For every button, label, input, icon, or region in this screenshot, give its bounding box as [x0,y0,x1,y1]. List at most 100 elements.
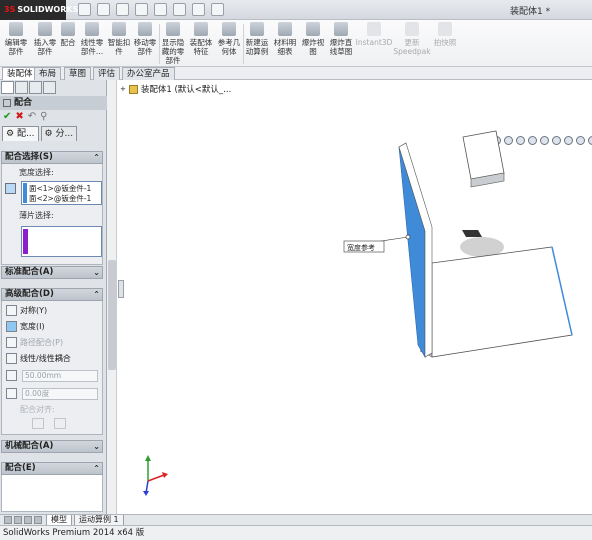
undo-icon[interactable]: ↶ [28,111,36,122]
scrollbar-thumb[interactable] [108,260,116,370]
anti-aligned-icon[interactable] [54,418,66,429]
property-manager-title: 配合 [0,96,107,110]
assembly-features-button[interactable]: 装配体 特征 [188,22,214,66]
mates-list-header[interactable]: 配合(E) ⌃ [1,462,103,475]
bill-of-materials-button[interactable]: 材料明 细表 [272,22,298,66]
last-tab-icon[interactable] [34,516,42,524]
new-motion-study-button[interactable]: 新建运 动算例 [244,22,270,66]
feature-tree-root[interactable]: + 装配体1 (默认<默认_... [120,83,231,95]
tab-evaluate[interactable]: 评估 [93,67,121,80]
configuration-manager-tab-icon[interactable] [29,81,42,94]
explode-line-icon [334,22,348,36]
tab-mates[interactable]: ⚙ 配... [2,126,39,141]
explode-line-sketch-button[interactable]: 爆炸直 线草图 [327,22,355,66]
selection-color-bar [23,229,28,254]
feature-manager-tab-icon[interactable] [1,81,14,94]
save-icon[interactable] [116,3,129,16]
distance-row: 50.00mm [6,369,102,382]
distance-input[interactable]: 50.00mm [22,369,98,382]
aligned-icon[interactable] [32,418,44,429]
path-mate-option[interactable]: 路径配合(P) [6,335,101,349]
show-hidden-components-button[interactable]: 显示隐 藏的零 部件 [160,22,186,66]
expand-chevron-icon: ⌄ [93,268,100,277]
open-icon[interactable] [97,3,110,16]
pushpin-icon[interactable]: ⚲ [40,111,47,122]
tab-layout[interactable]: 布局 [34,67,62,80]
edit-component-icon [9,22,23,36]
mate-alignment-label: 配合对齐: [20,405,55,414]
pm-subtabs: ⚙ 配... ⚙ 分... [2,126,78,142]
collapse-chevron-icon: ⌃ [93,290,100,299]
insert-component-button[interactable]: 插入零 部件 [31,22,59,66]
manager-tabs [1,81,106,95]
undo-icon[interactable] [154,3,167,16]
quick-access-toolbar [78,3,224,17]
ok-check-icon[interactable]: ✔ [3,111,11,122]
exploded-view-icon [306,22,320,36]
angle-input[interactable]: 0.00度 [22,387,98,400]
select-icon[interactable] [173,3,186,16]
first-tab-icon[interactable] [4,516,12,524]
exploded-view-button[interactable]: 爆炸视图 [300,22,326,66]
edit-component-button[interactable]: 编辑零 部件 [2,22,30,66]
smart-fasteners-icon [112,22,126,36]
width-selection-icon [5,183,16,194]
standard-mates-header[interactable]: 标准配合(A) ⌄ [1,266,103,279]
status-bar: SolidWorks Premium 2014 x64 版 [0,525,592,540]
width-reference-callout: 宽度参考 [347,243,375,252]
expand-tree-icon[interactable]: + [120,85,126,93]
angle-row: 0.00度 [6,387,102,400]
callout-anchor [405,234,411,240]
title-bar: 3S SOLIDWORKS 装配体1 * [0,0,592,20]
mate-button[interactable]: 配合 [59,22,77,66]
display-manager-tab-icon[interactable] [43,81,56,94]
command-tabs: 装配体 布局 草图 评估 办公室产品 [0,67,592,145]
width-selection-item[interactable]: 面<2>@钣金件-1 [29,194,91,203]
expand-chevron-icon: ⌄ [93,442,100,451]
width-mate-option[interactable]: 宽度(I) [6,319,101,333]
linear-pattern-button[interactable]: 线性零 部件... [78,22,106,66]
graphics-viewport[interactable]: 宽度参考 [120,95,592,513]
options-icon[interactable] [211,3,224,16]
update-speedpak-button[interactable]: 更新 Speedpak [393,22,431,66]
mechanical-mates-header[interactable]: 机械配合(A) ⌄ [1,440,103,453]
property-manager-tab-icon[interactable] [15,81,28,94]
new-icon[interactable] [78,3,91,16]
tab-office-products[interactable]: 办公室产品 [122,67,175,80]
symmetric-mate-option[interactable]: 对称(Y) [6,303,101,317]
solidworks-logo[interactable]: 3S SOLIDWORKS [0,0,78,20]
instant3d-button[interactable]: Instant3D [356,22,392,66]
reference-geometry-button[interactable]: 参考几 何体 [216,22,242,66]
selection-color-bar [23,183,27,203]
move-component-button[interactable]: 移动零 部件 [132,22,158,66]
print-icon[interactable] [135,3,148,16]
width-selection-item[interactable]: 面<1>@钣金件-1 [29,184,91,193]
tab-selection-label: 薄片选择: [19,211,54,220]
take-snapshot-button[interactable]: 拍快照 [432,22,458,66]
linear-coupler-option[interactable]: 线性/线性耦合 [6,351,101,365]
width-mate-icon [6,320,17,332]
tab-assembly[interactable]: 装配体 [2,67,38,80]
panel-scrollbar[interactable] [107,80,117,514]
tab-analysis[interactable]: ⚙ 分... [40,126,78,141]
bom-icon [278,22,292,36]
advanced-mates-header[interactable]: 高级配合(D) ⌃ [1,288,103,301]
tab-sketch[interactable]: 草图 [64,67,92,80]
mate-selections-header[interactable]: 配合选择(S) ⌃ [1,151,103,164]
next-tab-icon[interactable] [24,516,32,524]
prev-tab-icon[interactable] [14,516,22,524]
smart-fasteners-button[interactable]: 智能扣件 [106,22,132,66]
advanced-mates-body: 对称(Y) 宽度(I) 路径配合(P) 线性/线性耦合 50.00mm 0.00… [1,301,103,435]
bracket-base-face[interactable] [431,246,573,358]
mates-list-box[interactable] [1,475,103,512]
rebuild-icon[interactable] [192,3,205,16]
width-selection-box[interactable]: 面<1>@钣金件-1 面<2>@钣金件-1 [21,181,102,205]
cancel-x-icon[interactable]: ✖ [15,111,23,122]
angle-icon [6,388,17,399]
assembly-features-icon [194,22,208,36]
insert-component-icon [38,22,52,36]
tab-selection-box[interactable] [21,226,102,257]
show-hidden-icon [166,22,180,36]
symmetric-icon [6,304,17,316]
floating-block-top[interactable] [462,130,505,180]
